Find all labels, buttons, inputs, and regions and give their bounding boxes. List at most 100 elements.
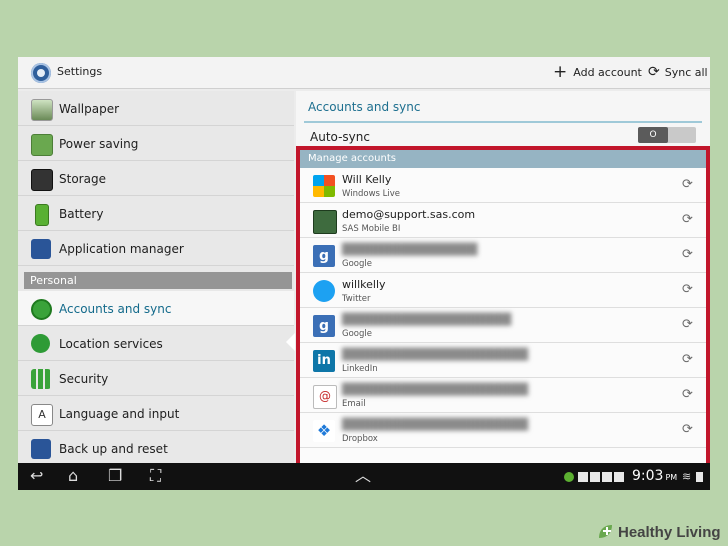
account-row[interactable]: demo@support.sas.com SAS Mobile BI ⟳ <box>300 203 706 238</box>
screenshot-icon[interactable]: ⛶ <box>150 467 161 485</box>
accounts-sync-icon <box>31 299 52 320</box>
watermark-logo: Healthy Living <box>596 521 721 543</box>
google-icon: g <box>313 245 335 267</box>
account-row[interactable]: g ████████████████████ Google ⟳ <box>300 308 706 343</box>
settings-sidebar: Wallpaper Power saving Storage Battery A… <box>18 91 295 466</box>
sas-icon <box>313 210 337 234</box>
account-type: Google <box>342 329 372 339</box>
status-clock: 9:03 PM <box>632 468 677 484</box>
account-type: LinkedIn <box>342 364 378 374</box>
account-name-redacted: ██████████████████████ <box>342 383 529 396</box>
sync-icon[interactable]: ⟳ <box>682 422 693 437</box>
sidebar-item-power-saving[interactable]: Power saving <box>18 126 294 161</box>
section-header-label: Personal <box>30 274 77 287</box>
sync-all-label: Sync all <box>664 65 708 79</box>
account-name-redacted: ██████████████████████ <box>342 418 529 431</box>
account-name: Will Kelly <box>342 173 392 186</box>
selected-pointer <box>286 333 295 351</box>
account-name: demo@support.sas.com <box>342 208 476 221</box>
account-type: SAS Mobile BI <box>342 224 401 234</box>
system-navigation-bar: ↩ ⌂ ❐ ⛶ ︿ 9:03 PM ≋ <box>18 463 710 490</box>
battery-status-icon <box>696 472 703 482</box>
sidebar-item-accounts-and-sync[interactable]: Accounts and sync <box>18 291 294 326</box>
sidebar-item-storage[interactable]: Storage <box>18 161 294 196</box>
sidebar-item-application-manager[interactable]: Application manager <box>18 231 294 266</box>
sidebar-item-label: Security <box>59 372 109 386</box>
gear-icon[interactable] <box>31 63 51 83</box>
manage-accounts-header-label: Manage accounts <box>308 153 396 164</box>
email-icon: @ <box>313 385 337 409</box>
twitter-icon <box>313 280 335 302</box>
account-type: Dropbox <box>342 434 378 444</box>
account-name: willkelly <box>342 278 386 291</box>
home-icon[interactable]: ⌂ <box>68 467 78 485</box>
add-account-button[interactable]: + Add account <box>553 62 642 82</box>
power-saving-icon <box>31 134 53 156</box>
account-row[interactable]: in ██████████████████████ LinkedIn ⟳ <box>300 343 706 378</box>
play-icon <box>602 472 612 482</box>
sync-icon[interactable]: ⟳ <box>682 282 693 297</box>
dropbox-icon: ❖ <box>313 420 335 442</box>
gallery-icon <box>590 472 600 482</box>
recent-apps-icon[interactable]: ❐ <box>108 467 122 485</box>
battery-icon <box>35 204 49 226</box>
sidebar-item-label: Wallpaper <box>59 102 120 116</box>
plus-icon: + <box>553 62 568 82</box>
sync-icon[interactable]: ⟳ <box>682 352 693 367</box>
sync-icon[interactable]: ⟳ <box>682 317 693 332</box>
panel-title: Accounts and sync <box>308 100 421 114</box>
sync-all-button[interactable]: ⟳ Sync all <box>648 64 708 80</box>
leaf-icon <box>596 523 614 541</box>
manage-accounts-box: Manage accounts Will Kelly Windows Live … <box>296 146 710 468</box>
sync-icon[interactable]: ⟳ <box>682 387 693 402</box>
clock-suffix: PM <box>665 473 678 482</box>
tablet-screen: Settings + Add account ⟳ Sync all Wallpa… <box>18 57 710 490</box>
action-bar: Settings + Add account ⟳ Sync all <box>18 57 710 89</box>
sync-icon[interactable]: ⟳ <box>682 177 693 192</box>
account-row[interactable]: Will Kelly Windows Live ⟳ <box>300 168 706 203</box>
chevron-up-icon[interactable]: ︿ <box>355 467 371 485</box>
sidebar-item-battery[interactable]: Battery <box>18 196 294 231</box>
location-icon <box>31 334 50 353</box>
watermark-text: Healthy Living <box>618 523 721 541</box>
toggle-knob: O <box>638 127 668 143</box>
clock-time: 9:03 <box>632 468 664 484</box>
auto-sync-toggle[interactable]: O <box>638 127 696 143</box>
sidebar-item-wallpaper[interactable]: Wallpaper <box>18 91 294 126</box>
account-row[interactable]: g ████████████████ Google ⟳ <box>300 238 706 273</box>
google-icon: g <box>313 315 335 337</box>
sidebar-item-location-services[interactable]: Location services <box>18 326 294 361</box>
auto-sync-label: Auto-sync <box>310 130 370 144</box>
windows-icon <box>313 175 335 197</box>
account-type: Google <box>342 259 372 269</box>
back-icon[interactable]: ↩ <box>30 467 43 485</box>
backup-icon <box>31 439 51 459</box>
whatsapp-icon <box>564 472 574 482</box>
page-title: Settings <box>57 65 103 78</box>
account-type: Email <box>342 399 366 409</box>
sidebar-item-back-up-and-reset[interactable]: Back up and reset <box>18 431 294 466</box>
account-row[interactable]: @ ██████████████████████ Email ⟳ <box>300 378 706 413</box>
sidebar-item-label: Accounts and sync <box>59 302 172 316</box>
sync-icon[interactable]: ⟳ <box>682 247 693 262</box>
wallpaper-icon <box>31 99 53 121</box>
sync-icon: ⟳ <box>648 64 660 80</box>
storage-icon <box>31 169 53 191</box>
sidebar-item-security[interactable]: Security <box>18 361 294 396</box>
manage-accounts-header: Manage accounts <box>300 150 706 168</box>
sidebar-section-header: Personal <box>24 272 292 289</box>
sync-icon[interactable]: ⟳ <box>682 212 693 227</box>
sidebar-item-language-and-input[interactable]: A Language and input <box>18 396 294 431</box>
media-icon <box>614 472 624 482</box>
add-account-label: Add account <box>573 65 642 79</box>
sidebar-item-label: Power saving <box>59 137 139 151</box>
app-manager-icon <box>31 239 51 259</box>
sidebar-item-label: Battery <box>59 207 104 221</box>
account-row[interactable]: ❖ ██████████████████████ Dropbox ⟳ <box>300 413 706 448</box>
account-row[interactable]: willkelly Twitter ⟳ <box>300 273 706 308</box>
linkedin-icon: in <box>313 350 335 372</box>
wifi-icon: ≋ <box>682 470 692 483</box>
account-name-redacted: ████████████████ <box>342 243 478 256</box>
sidebar-item-label: Storage <box>59 172 106 186</box>
account-type: Windows Live <box>342 189 401 199</box>
